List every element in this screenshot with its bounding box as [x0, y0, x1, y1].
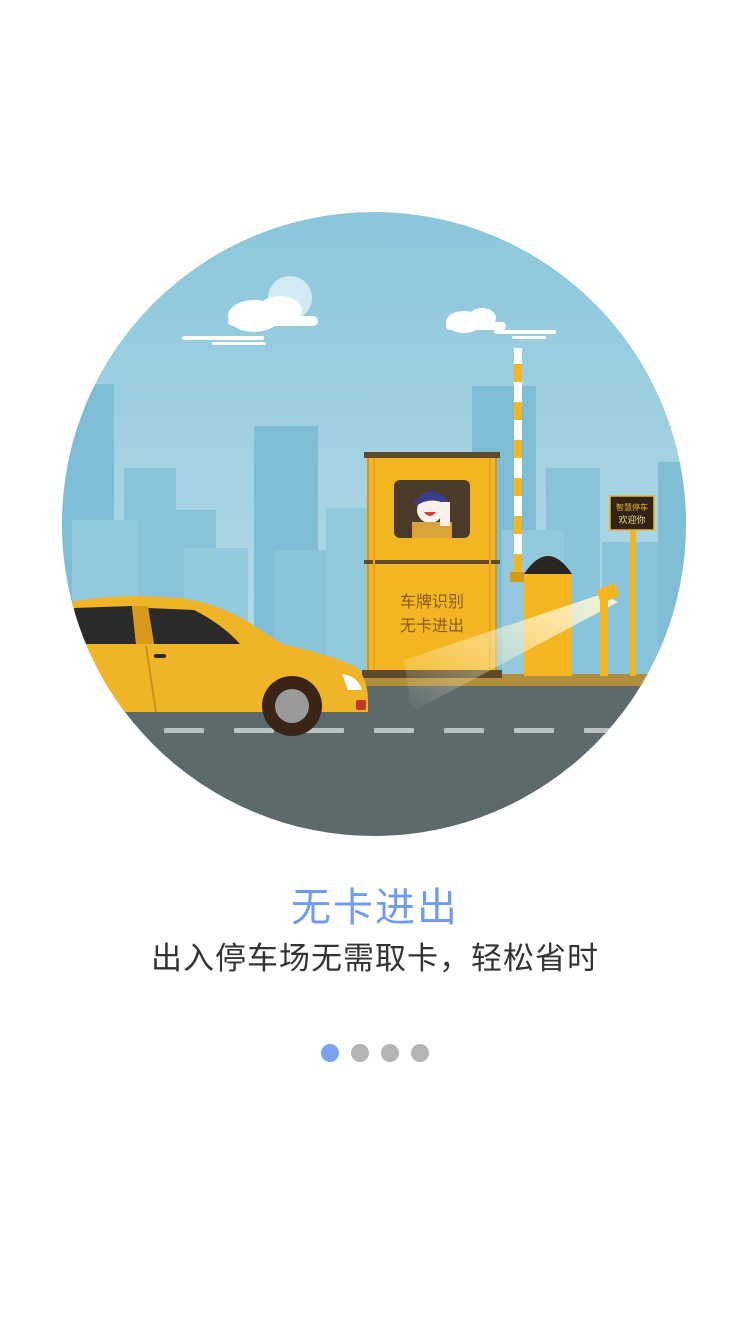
booth-text-1: 车牌识别: [400, 592, 464, 611]
booth-text-2: 无卡进出: [400, 616, 464, 635]
slide-subtitle: 出入停车场无需取卡，轻松省时: [151, 941, 599, 977]
parking-illustration: 车牌识别 无卡进出 智慧停车 欢迎你: [62, 212, 686, 836]
sign-text-2: 欢迎你: [618, 514, 645, 526]
page-dot-4[interactable]: [411, 1044, 429, 1062]
page-dot-1[interactable]: [321, 1044, 339, 1062]
page-dot-3[interactable]: [381, 1044, 399, 1062]
slide-title: 无卡进出: [291, 885, 459, 931]
attendant: [412, 491, 452, 538]
page-dot-2[interactable]: [351, 1044, 369, 1062]
parking-scene-svg: 车牌识别 无卡进出 智慧停车 欢迎你: [62, 212, 686, 836]
onboarding-screen: 车牌识别 无卡进出 智慧停车 欢迎你 无卡进出 出入停车场无需取卡，轻松省时: [0, 0, 750, 1334]
page-indicator: [0, 1042, 750, 1064]
sign-text-1: 智慧停车: [616, 502, 648, 512]
